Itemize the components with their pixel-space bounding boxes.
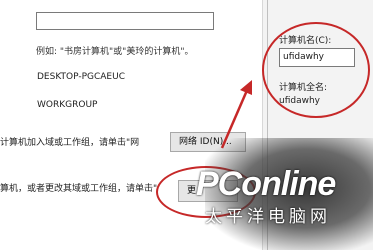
watermark-logo: PConline	[196, 165, 336, 203]
watermark-subtitle: 太平洋电脑网	[205, 207, 331, 227]
